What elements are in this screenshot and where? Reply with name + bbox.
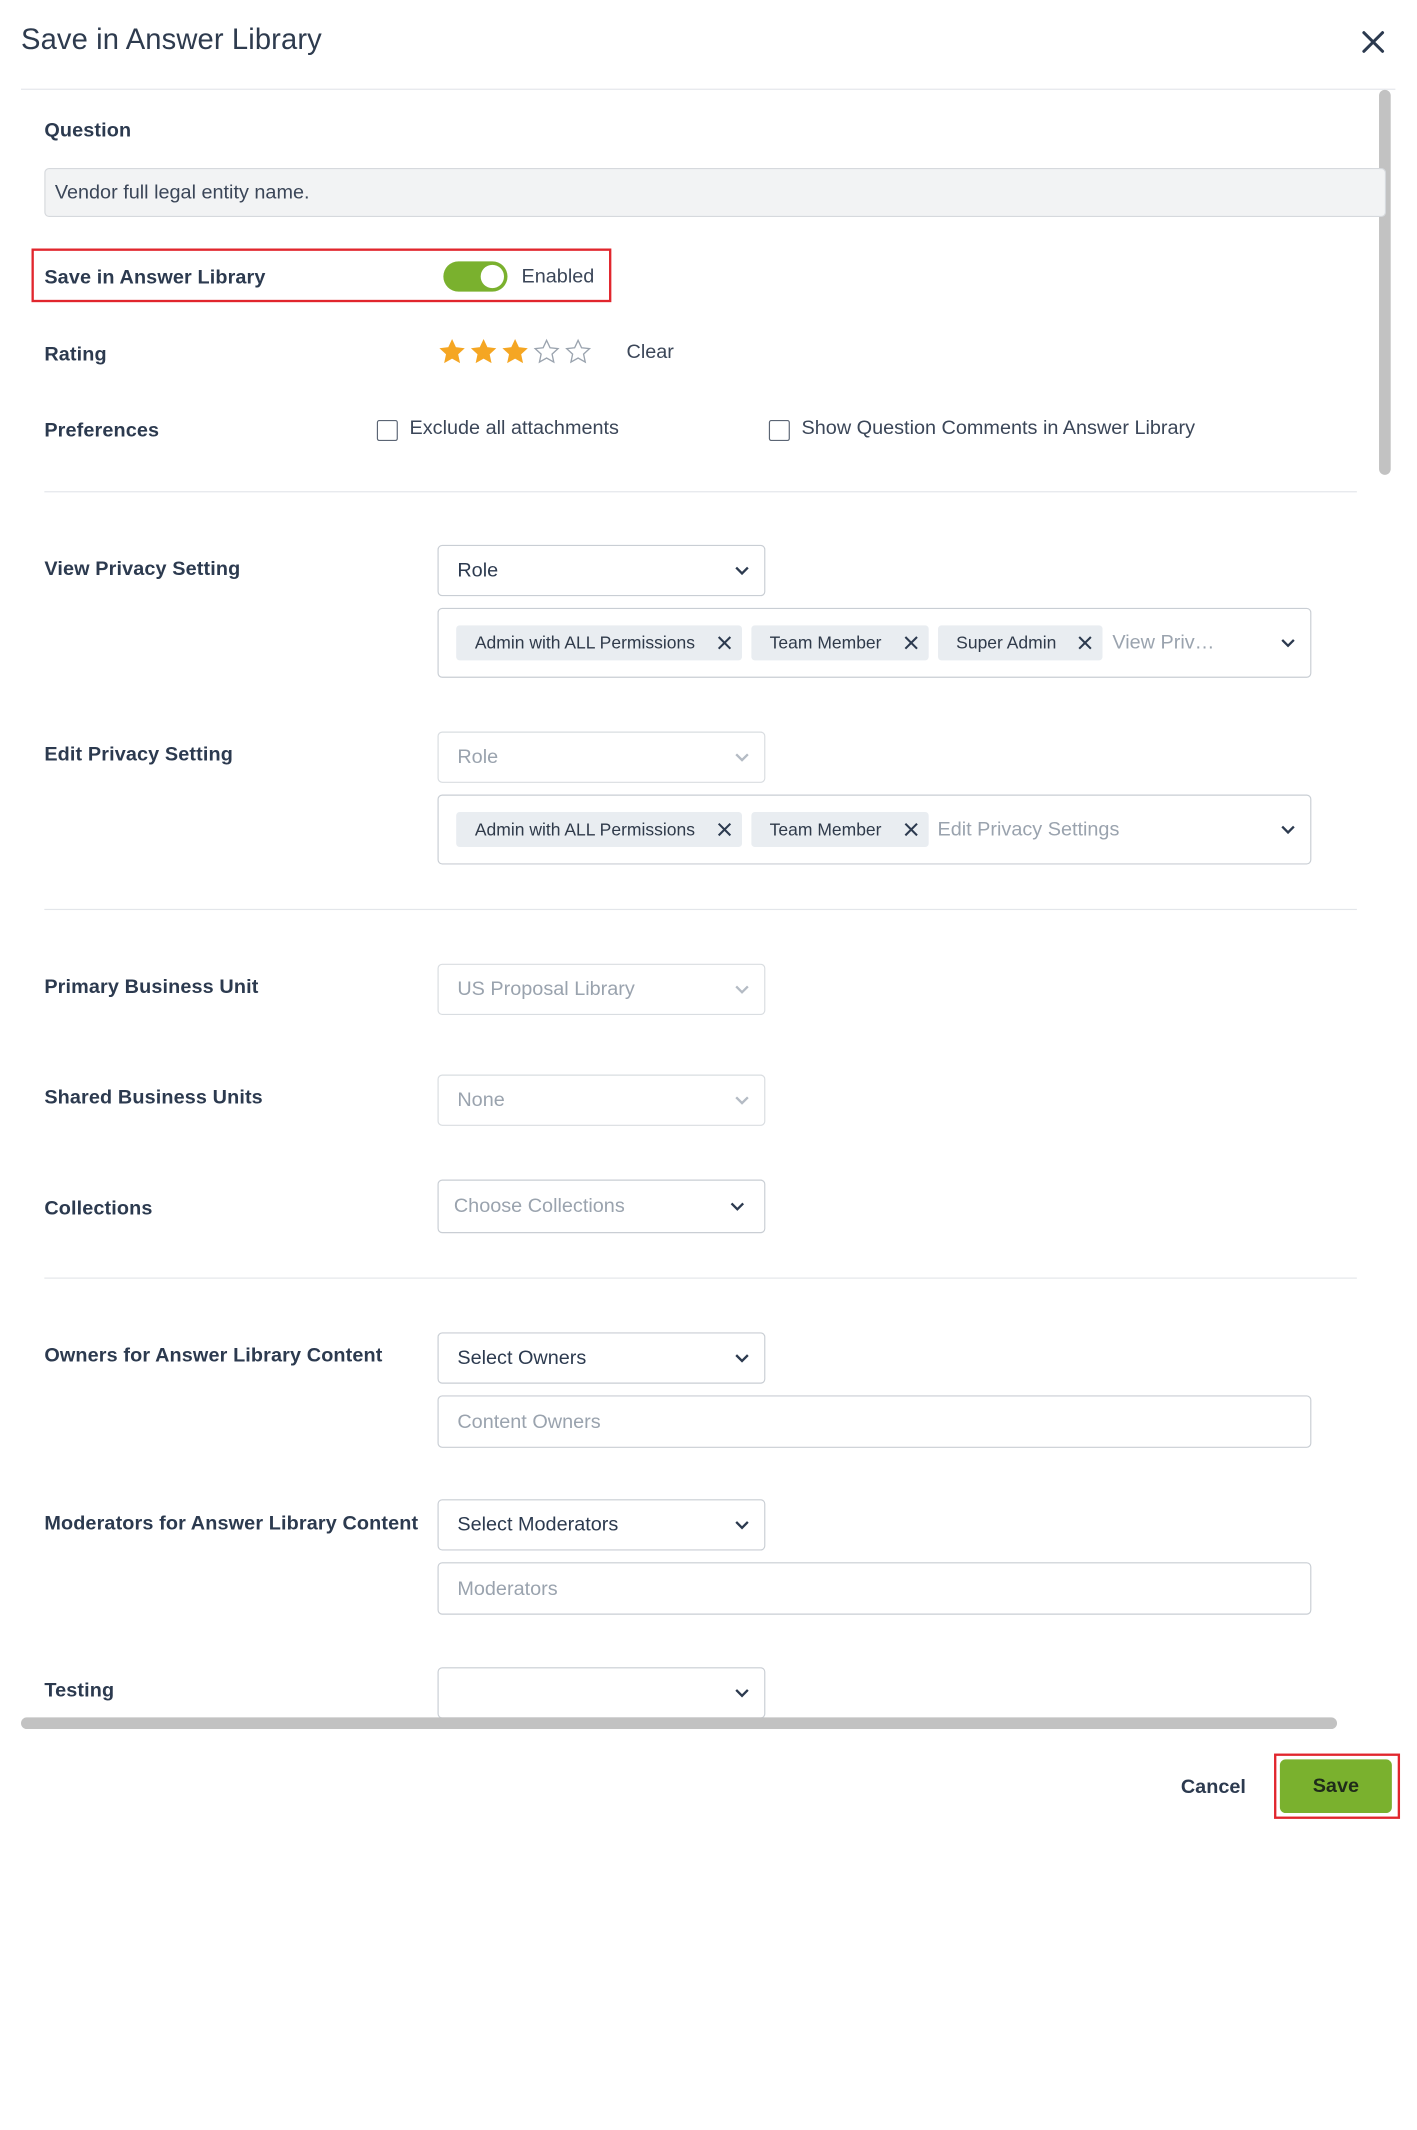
star-filled-icon[interactable]: [470, 338, 497, 365]
moderators-label: Moderators for Answer Library Content: [44, 1512, 419, 1535]
show-comments-label: Show Question Comments in Answer Library: [801, 416, 1196, 439]
testing-label: Testing: [44, 1678, 115, 1702]
edit-privacy-chip: Team Member: [750, 812, 929, 848]
rating-label: Rating: [44, 343, 107, 366]
moderators-select-value: Select Moderators: [457, 1513, 619, 1536]
shared-bu-value: None: [457, 1088, 505, 1111]
question-label: Question: [44, 119, 132, 142]
horizontal-scrollbar[interactable]: [21, 1717, 1338, 1730]
section-divider: [44, 491, 1357, 493]
rating-stars: [439, 338, 592, 365]
collections-select[interactable]: Choose Collections: [437, 1179, 766, 1234]
primary-bu-select: US Proposal Library: [437, 963, 766, 1016]
chip-label: Team Member: [769, 632, 882, 653]
section-divider: [44, 1277, 1357, 1279]
chip-label: Admin with ALL Permissions: [474, 632, 695, 653]
edit-privacy-label: Edit Privacy Setting: [44, 743, 233, 766]
view-privacy-chip: Super Admin: [937, 625, 1104, 661]
edit-privacy-chip: Admin with ALL Permissions: [456, 812, 742, 848]
show-comments-checkbox[interactable]: [768, 420, 790, 442]
edit-privacy-type-value: Role: [457, 745, 499, 768]
save-in-answer-library-dialog: Save in Answer Library Question Vendor f…: [0, 0, 1417, 1826]
toggle-knob: [480, 264, 505, 289]
chevron-down-icon: [735, 566, 749, 576]
star-empty-icon[interactable]: [565, 338, 592, 365]
content-owners-placeholder: Content Owners: [457, 1409, 601, 1433]
chevron-down-icon: [730, 1202, 745, 1211]
chevron-down-icon: [1281, 825, 1295, 835]
chip-label: Super Admin: [956, 632, 1057, 653]
title-divider: [21, 88, 1396, 90]
edit-privacy-type-select: Role: [437, 731, 766, 783]
star-filled-icon[interactable]: [439, 338, 466, 365]
save-library-toggle[interactable]: [443, 261, 508, 292]
save-button[interactable]: Save: [1279, 1759, 1392, 1814]
primary-bu-value: US Proposal Library: [457, 977, 635, 1000]
remove-chip-icon[interactable]: [902, 821, 918, 837]
remove-chip-icon[interactable]: [716, 821, 732, 837]
exclude-attachments-label: Exclude all attachments: [409, 416, 619, 439]
content-owners-input[interactable]: Content Owners: [437, 1395, 1312, 1448]
question-field: Vendor full legal entity name.: [44, 168, 1387, 218]
chip-label: Admin with ALL Permissions: [474, 819, 695, 840]
remove-chip-icon[interactable]: [1077, 635, 1093, 651]
dialog-title: Save in Answer Library: [21, 23, 322, 57]
cancel-button[interactable]: Cancel: [1173, 1764, 1255, 1811]
chevron-down-icon: [735, 1521, 749, 1530]
chip-label: Team Member: [769, 819, 882, 840]
vertical-scrollbar[interactable]: [1379, 89, 1391, 475]
chevron-down-icon: [735, 1096, 749, 1105]
star-filled-icon[interactable]: [502, 338, 529, 365]
star-empty-icon[interactable]: [533, 338, 560, 365]
view-privacy-type-select[interactable]: Role: [437, 544, 766, 597]
chevron-down-icon: [735, 1689, 749, 1698]
owners-select-value: Select Owners: [457, 1346, 587, 1369]
question-text: Vendor full legal entity name.: [54, 180, 310, 204]
save-library-label: Save in Answer Library: [44, 266, 266, 289]
owners-select[interactable]: Select Owners: [437, 1332, 766, 1384]
save-library-status: Enabled: [521, 264, 595, 288]
view-privacy-placeholder: View Priv…: [1112, 631, 1215, 654]
view-privacy-chip: Team Member: [750, 625, 929, 661]
moderators-input[interactable]: Moderators: [437, 1562, 1312, 1615]
close-icon[interactable]: [1357, 26, 1390, 59]
chevron-down-icon: [1281, 639, 1295, 648]
view-privacy-chip: Admin with ALL Permissions: [456, 625, 742, 661]
preferences-label: Preferences: [44, 418, 160, 442]
testing-select[interactable]: [437, 1667, 766, 1719]
owners-label: Owners for Answer Library Content: [44, 1344, 383, 1367]
moderators-placeholder: Moderators: [457, 1576, 558, 1599]
view-privacy-label: View Privacy Setting: [44, 557, 241, 580]
view-privacy-multiselect[interactable]: Admin with ALL Permissions Team Member S…: [437, 607, 1312, 678]
exclude-attachments-checkbox[interactable]: [376, 420, 398, 442]
remove-chip-icon[interactable]: [902, 635, 918, 651]
primary-bu-label: Primary Business Unit: [44, 975, 259, 998]
rating-clear-button[interactable]: Clear: [627, 341, 674, 364]
collections-label: Collections: [44, 1197, 153, 1220]
shared-bu-select: None: [437, 1074, 766, 1126]
shared-bu-label: Shared Business Units: [44, 1086, 263, 1109]
section-divider: [44, 908, 1357, 911]
edit-privacy-placeholder: Edit Privacy Settings: [937, 817, 1120, 841]
remove-chip-icon[interactable]: [716, 635, 732, 651]
moderators-select[interactable]: Select Moderators: [437, 1499, 766, 1551]
chevron-down-icon: [735, 985, 749, 994]
collections-placeholder: Choose Collections: [453, 1194, 625, 1217]
chevron-down-icon: [735, 1354, 749, 1363]
edit-privacy-multiselect[interactable]: Admin with ALL Permissions Team Member E…: [437, 794, 1312, 865]
chevron-down-icon: [735, 753, 749, 762]
view-privacy-type-value: Role: [457, 558, 499, 582]
